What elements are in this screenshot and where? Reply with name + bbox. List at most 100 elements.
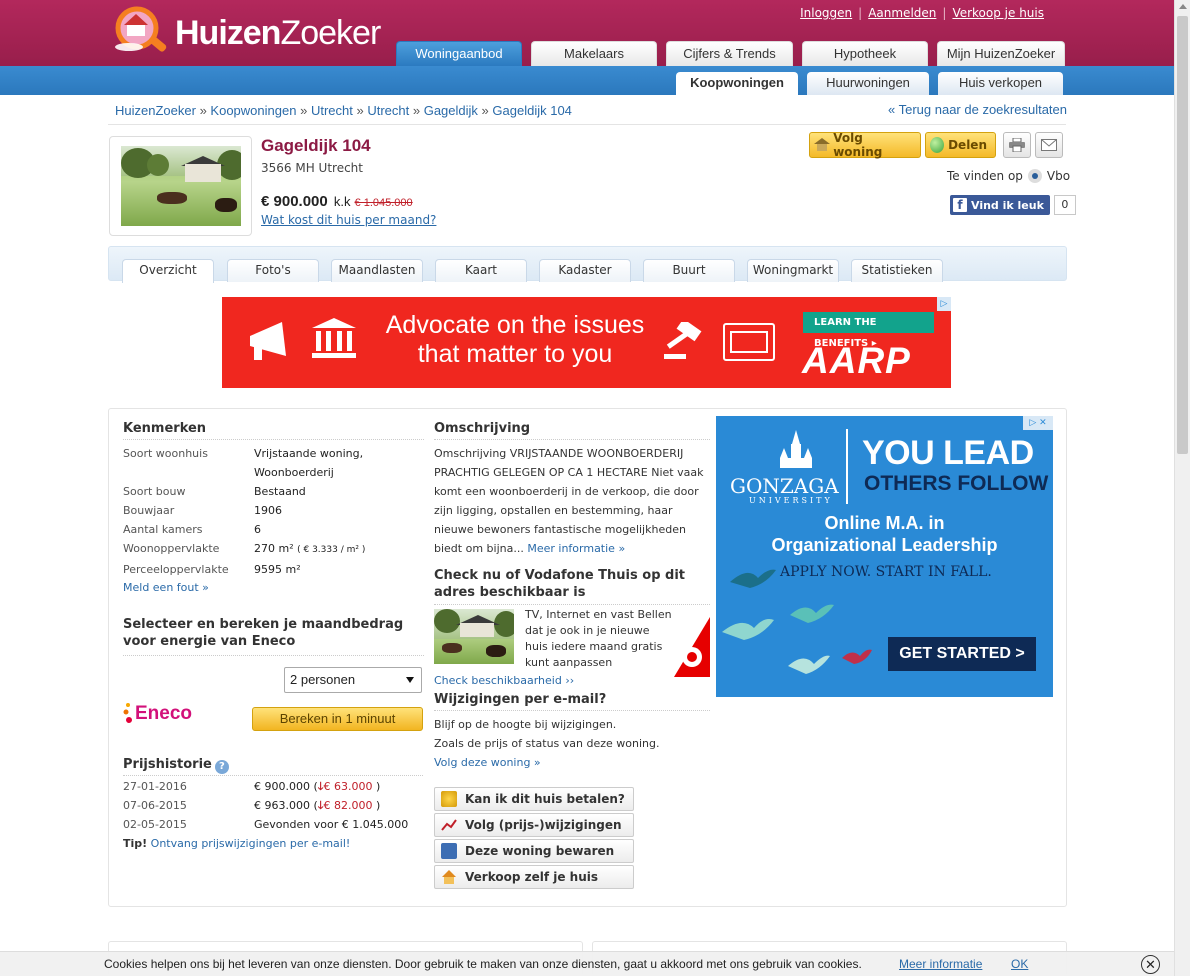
breadcrumb-separator: » xyxy=(481,103,489,118)
sell-yourself-button[interactable]: Verkoop zelf je huis xyxy=(434,865,634,889)
history-price: Gevonden voor € 1.045.000 xyxy=(254,818,409,831)
tab-buurt[interactable]: Buurt xyxy=(643,259,735,282)
affordability-button[interactable]: Kan ik dit huis betalen? xyxy=(434,787,634,811)
logo-text-light: Zoeker xyxy=(280,14,381,52)
breadcrumb-separator: » xyxy=(199,103,207,118)
cookie-more-info-link[interactable]: Meer informatie xyxy=(899,957,982,971)
share-button[interactable]: Delen xyxy=(925,132,996,158)
tab-cijfers-trends[interactable]: Cijfers & Trends xyxy=(666,41,793,66)
aarp-banner-ad[interactable]: Advocate on the issues that matter to you… xyxy=(222,297,951,388)
scroll-up-icon[interactable] xyxy=(1179,4,1187,9)
save-house-button[interactable]: Deze woning bewaren xyxy=(434,839,634,863)
adchoices-icon[interactable]: ▷ ✕ xyxy=(1023,416,1053,430)
calculate-energy-button[interactable]: Bereken in 1 minuut xyxy=(252,707,423,731)
tab-woningaanbod[interactable]: Woningaanbod xyxy=(396,41,522,66)
site-logo[interactable]: HuizenZoeker xyxy=(113,6,393,56)
divider xyxy=(434,604,710,605)
sell-yourself-label: Verkoop zelf je huis xyxy=(465,870,599,884)
price-history-row: 07-06-2015 € 963.000 (🡓€ 82.000 ) xyxy=(123,796,423,815)
divider xyxy=(846,429,848,504)
facebook-like-button[interactable]: f Vind ik leuk xyxy=(950,195,1050,215)
feature-row: Bouwjaar 1906 xyxy=(123,501,424,520)
price-per-m2: ( € 3.333 / m² ) xyxy=(297,545,366,555)
email-button[interactable] xyxy=(1035,132,1063,158)
vbo-logo-icon[interactable] xyxy=(1027,169,1042,183)
living-area-value: 270 m² xyxy=(254,542,294,555)
follow-this-house-link[interactable]: Volg deze woning » xyxy=(434,756,541,769)
follow-price-changes-button[interactable]: Volg (prijs-)wijzigingen xyxy=(434,813,634,837)
feature-value: 6 xyxy=(254,523,261,536)
history-close: ) xyxy=(376,780,381,793)
check-availability-link[interactable]: Check beschikbaarheid ›› xyxy=(434,674,710,687)
description-column: Omschrijving Omschrijving VRIJSTAANDE WO… xyxy=(434,421,710,891)
feature-key: Perceeloppervlakte xyxy=(123,563,229,576)
history-close: ) xyxy=(376,799,381,812)
scroll-thumb[interactable] xyxy=(1177,16,1188,454)
breadcrumb-item[interactable]: Utrecht xyxy=(311,103,353,118)
subtab-huurwoningen[interactable]: Huurwoningen xyxy=(807,72,929,95)
print-button[interactable] xyxy=(1003,132,1031,158)
register-link[interactable]: Aanmelden xyxy=(868,6,936,20)
tab-hypotheek[interactable]: Hypotheek xyxy=(802,41,928,66)
vodafone-heading: Check nu of Vodafone Thuis op dit adres … xyxy=(434,568,686,600)
household-size-value: 2 personen xyxy=(290,672,356,687)
feature-value: Vrijstaande woning, xyxy=(254,447,364,460)
breadcrumb-item[interactable]: Koopwoningen xyxy=(210,103,296,118)
breadcrumb-separator: » xyxy=(412,103,421,118)
chart-trend-icon xyxy=(441,817,457,833)
tab-statistieken[interactable]: Statistieken xyxy=(851,259,943,282)
household-size-select[interactable]: 2 personen xyxy=(284,667,422,693)
facebook-like-count: 0 xyxy=(1053,195,1076,215)
sell-house-link[interactable]: Verkoop je huis xyxy=(952,6,1044,20)
email-changes-heading: Wijzigingen per e-mail? xyxy=(434,692,607,707)
logo-magnifier-icon xyxy=(115,6,167,52)
breadcrumb-separator: » xyxy=(356,103,364,118)
follow-house-button[interactable]: Volg woning xyxy=(809,131,921,159)
listing-title: Gageldijk 104 xyxy=(261,136,371,155)
adchoices-icon[interactable]: ▷ xyxy=(937,297,951,311)
more-info-link[interactable]: Meer informatie » xyxy=(527,542,625,555)
tab-mijn-huizenzoeker[interactable]: Mijn HuizenZoeker xyxy=(937,41,1065,66)
breadcrumb-item[interactable]: HuizenZoeker xyxy=(115,103,196,118)
feature-key: Bouwjaar xyxy=(123,504,175,517)
sub-nav: Koopwoningen Huurwoningen Huis verkopen xyxy=(676,72,1063,95)
ad-program-line2: Organizational Leadership xyxy=(771,535,998,555)
breadcrumb-item[interactable]: Utrecht xyxy=(367,103,409,118)
get-started-button[interactable]: GET STARTED > xyxy=(888,637,1036,671)
bird-icon xyxy=(722,619,774,640)
price-history-title: Prijshistorie xyxy=(123,757,212,772)
house-thumbnail[interactable] xyxy=(109,136,252,236)
monthly-cost-link[interactable]: Wat kost dit huis per maand? xyxy=(261,213,436,227)
help-icon[interactable]: ? xyxy=(214,760,229,774)
top-links: Inloggen | Aanmelden | Verkoop je huis xyxy=(794,6,1050,20)
vodafone-promo[interactable]: TV, Internet en vast Bellen dat je ook i… xyxy=(434,608,710,677)
price-alert-link[interactable]: Ontvang prijswijzigingen per e-mail! xyxy=(151,837,351,850)
breadcrumb-item[interactable]: Gageldijk xyxy=(424,103,478,118)
report-error-link[interactable]: Meld een fout » xyxy=(123,581,209,594)
tab-overzicht[interactable]: Overzicht xyxy=(122,259,214,283)
tab-makelaars[interactable]: Makelaars xyxy=(531,41,657,66)
subtab-huis-verkopen[interactable]: Huis verkopen xyxy=(938,72,1063,95)
ad-apply: APPLY NOW. START IN FALL. xyxy=(780,564,992,580)
cookie-ok-button[interactable]: OK xyxy=(1011,957,1028,971)
vodafone-house-photo xyxy=(434,609,514,664)
tab-woningmarkt[interactable]: Woningmarkt xyxy=(747,259,839,282)
tab-maandlasten[interactable]: Maandlasten xyxy=(331,259,423,282)
close-icon[interactable]: ✕ xyxy=(1141,955,1160,974)
gonzaga-ad[interactable]: GONZAGA UNIVERSITY YOU LEAD OTHERS FOLLO… xyxy=(716,416,1053,697)
breadcrumb-item[interactable]: Gageldijk 104 xyxy=(492,103,572,118)
page-scrollbar[interactable] xyxy=(1174,0,1190,976)
feature-value: 270 m² ( € 3.333 / m² ) xyxy=(254,539,424,560)
feature-value: Woonboerderij xyxy=(254,466,334,479)
tab-fotos[interactable]: Foto's xyxy=(227,259,319,282)
learn-benefits-button[interactable]: LEARN THE BENEFITS ▸ xyxy=(803,312,934,349)
tab-kadaster[interactable]: Kadaster xyxy=(539,259,631,282)
tip-label: Tip! xyxy=(123,837,148,850)
login-link[interactable]: Inloggen xyxy=(800,6,852,20)
found-on-site[interactable]: Vbo xyxy=(1047,169,1070,183)
tab-kaart[interactable]: Kaart xyxy=(435,259,527,282)
back-to-results-link[interactable]: « Terug naar de zoekresultaten xyxy=(888,102,1067,117)
subtab-koopwoningen[interactable]: Koopwoningen xyxy=(676,72,798,95)
ad-headline-line2: that matter to you xyxy=(417,340,613,368)
feature-key: Aantal kamers xyxy=(123,523,203,536)
